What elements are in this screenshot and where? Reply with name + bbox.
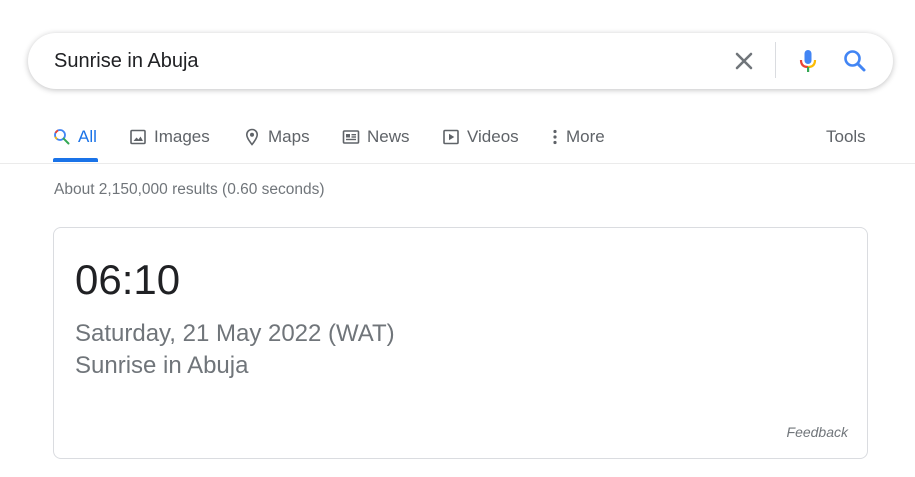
image-icon	[130, 129, 146, 145]
active-tab-indicator	[53, 158, 98, 162]
map-pin-icon	[245, 128, 259, 146]
search-box	[28, 33, 893, 89]
tab-more[interactable]: More	[551, 110, 605, 164]
tab-label: More	[566, 127, 605, 146]
news-icon	[342, 130, 360, 144]
tab-videos[interactable]: Videos	[442, 110, 519, 164]
more-vertical-icon	[553, 129, 557, 145]
tab-label: All	[78, 127, 97, 146]
microphone-icon	[799, 50, 817, 72]
tab-all[interactable]: All	[53, 110, 97, 164]
tools-label: Tools	[826, 127, 866, 146]
search-box-divider	[775, 42, 776, 78]
sunrise-date: Saturday, 21 May 2022 (WAT)	[75, 320, 395, 347]
tab-images[interactable]: Images	[129, 110, 210, 164]
tools-button[interactable]: Tools	[826, 110, 866, 164]
sunrise-answer-card: 06:10 Saturday, 21 May 2022 (WAT) Sunris…	[53, 227, 868, 459]
sunrise-time: 06:10	[75, 256, 181, 303]
close-icon	[735, 52, 753, 70]
video-icon	[443, 129, 459, 145]
tab-label: Images	[154, 127, 210, 146]
clear-search-button[interactable]	[728, 45, 760, 77]
tab-maps[interactable]: Maps	[243, 110, 310, 164]
search-tabs: All Images Maps News Videos More Tools	[0, 110, 915, 164]
search-input[interactable]	[54, 33, 714, 89]
tab-news[interactable]: News	[342, 110, 410, 164]
result-stats: About 2,150,000 results (0.60 seconds)	[54, 181, 325, 198]
tab-label: Videos	[467, 127, 519, 146]
search-button[interactable]	[839, 45, 871, 77]
search-results-page: All Images Maps News	[0, 0, 915, 477]
feedback-link[interactable]: Feedback	[787, 424, 848, 440]
tabs-divider	[0, 163, 915, 164]
tab-label: Maps	[268, 127, 310, 146]
sunrise-location-label: Sunrise in Abuja	[75, 352, 249, 379]
voice-search-button[interactable]	[792, 45, 824, 77]
search-icon	[844, 50, 866, 72]
search-icon	[54, 129, 70, 145]
tab-label: News	[367, 127, 410, 146]
